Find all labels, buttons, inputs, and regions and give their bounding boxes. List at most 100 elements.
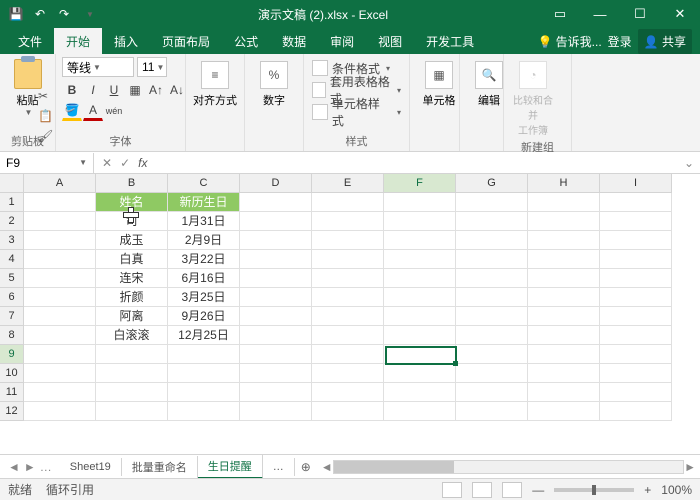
- cell[interactable]: [456, 212, 528, 231]
- column-header[interactable]: D: [240, 174, 312, 193]
- cell[interactable]: [600, 364, 672, 383]
- cell[interactable]: [600, 307, 672, 326]
- row-header[interactable]: 11: [0, 383, 24, 402]
- cell[interactable]: [456, 383, 528, 402]
- cell[interactable]: 3月22日: [168, 250, 240, 269]
- cell[interactable]: 姓名: [96, 193, 168, 212]
- decrease-font-icon[interactable]: A↓: [167, 80, 187, 100]
- cell[interactable]: [600, 326, 672, 345]
- minimize-button[interactable]: —: [580, 0, 620, 28]
- column-header[interactable]: A: [24, 174, 96, 193]
- cell[interactable]: [528, 212, 600, 231]
- cell[interactable]: [168, 402, 240, 421]
- cell[interactable]: [24, 364, 96, 383]
- row-header[interactable]: 10: [0, 364, 24, 383]
- cell[interactable]: [168, 364, 240, 383]
- close-button[interactable]: ✕: [660, 0, 700, 28]
- cell[interactable]: [24, 345, 96, 364]
- cell[interactable]: [528, 402, 600, 421]
- tab-review[interactable]: 审阅: [318, 28, 366, 54]
- tab-developer[interactable]: 开发工具: [414, 28, 486, 54]
- share-button[interactable]: 👤 共享: [638, 29, 692, 54]
- column-header[interactable]: I: [600, 174, 672, 193]
- cell[interactable]: 1月31日: [168, 212, 240, 231]
- cell[interactable]: [240, 269, 312, 288]
- number-button[interactable]: % 数字: [251, 57, 297, 108]
- cell[interactable]: [384, 212, 456, 231]
- cell[interactable]: [240, 383, 312, 402]
- name-box[interactable]: F9▼: [0, 153, 94, 173]
- cell[interactable]: [384, 326, 456, 345]
- cell[interactable]: [384, 193, 456, 212]
- view-pagebreak-button[interactable]: [502, 482, 522, 498]
- cell[interactable]: [312, 402, 384, 421]
- fx-button[interactable]: fx: [138, 156, 147, 170]
- row-header[interactable]: 9: [0, 345, 24, 364]
- cell[interactable]: 9月26日: [168, 307, 240, 326]
- cell[interactable]: [168, 383, 240, 402]
- cell[interactable]: [24, 269, 96, 288]
- cell[interactable]: [600, 345, 672, 364]
- tab-data[interactable]: 数据: [270, 28, 318, 54]
- cell[interactable]: [312, 307, 384, 326]
- font-name-combo[interactable]: 等线▼: [62, 57, 134, 77]
- row-header[interactable]: 5: [0, 269, 24, 288]
- sheet-tab-more[interactable]: …: [263, 458, 295, 476]
- cell[interactable]: [240, 250, 312, 269]
- cell[interactable]: [600, 269, 672, 288]
- cell[interactable]: [312, 383, 384, 402]
- cell[interactable]: [384, 364, 456, 383]
- cell[interactable]: 新历生日: [168, 193, 240, 212]
- font-color-button[interactable]: A: [83, 101, 103, 121]
- cell[interactable]: [312, 345, 384, 364]
- cell[interactable]: [240, 326, 312, 345]
- sheet-nav-more-icon[interactable]: …: [40, 460, 52, 474]
- tab-formula[interactable]: 公式: [222, 28, 270, 54]
- cell[interactable]: [24, 402, 96, 421]
- maximize-button[interactable]: ☐: [620, 0, 660, 28]
- alignment-button[interactable]: ≡ 对齐方式: [192, 57, 238, 108]
- sheet-tab-1[interactable]: Sheet19: [60, 458, 122, 476]
- cell[interactable]: [600, 193, 672, 212]
- login-link[interactable]: 登录: [608, 33, 632, 50]
- cell[interactable]: [528, 326, 600, 345]
- zoom-out-button[interactable]: —: [532, 483, 544, 497]
- cell[interactable]: [528, 269, 600, 288]
- cell[interactable]: [240, 212, 312, 231]
- cell[interactable]: 2月9日: [168, 231, 240, 250]
- cell[interactable]: 折颜: [96, 288, 168, 307]
- cell[interactable]: [528, 288, 600, 307]
- cell[interactable]: [240, 402, 312, 421]
- cell[interactable]: 12月25日: [168, 326, 240, 345]
- row-header[interactable]: 3: [0, 231, 24, 250]
- scroll-right-icon[interactable]: ►: [684, 460, 696, 474]
- tell-me[interactable]: 💡告诉我...: [538, 33, 602, 50]
- cell[interactable]: 白滚滚: [96, 326, 168, 345]
- cell[interactable]: [384, 231, 456, 250]
- cell[interactable]: [24, 193, 96, 212]
- column-header[interactable]: C: [168, 174, 240, 193]
- enter-formula-icon[interactable]: ✓: [120, 156, 130, 170]
- row-header[interactable]: 4: [0, 250, 24, 269]
- border-button[interactable]: ▦: [125, 80, 145, 100]
- expand-formula-icon[interactable]: ⌄: [678, 156, 700, 170]
- cell[interactable]: 成玉: [96, 231, 168, 250]
- column-header[interactable]: B: [96, 174, 168, 193]
- sheet-nav-next-icon[interactable]: ►: [24, 460, 36, 474]
- cell[interactable]: [240, 307, 312, 326]
- cell[interactable]: [528, 231, 600, 250]
- cell[interactable]: 阿离: [96, 307, 168, 326]
- cell[interactable]: [456, 307, 528, 326]
- column-header[interactable]: E: [312, 174, 384, 193]
- cell[interactable]: [240, 193, 312, 212]
- cell[interactable]: 连宋: [96, 269, 168, 288]
- cell[interactable]: [600, 231, 672, 250]
- cell[interactable]: [312, 193, 384, 212]
- cell[interactable]: [456, 402, 528, 421]
- undo-icon[interactable]: ↶: [32, 6, 48, 22]
- copy-icon[interactable]: 📋: [38, 109, 52, 123]
- underline-button[interactable]: U: [104, 80, 124, 100]
- cell[interactable]: [312, 269, 384, 288]
- cell[interactable]: [384, 288, 456, 307]
- cell[interactable]: 白真: [96, 250, 168, 269]
